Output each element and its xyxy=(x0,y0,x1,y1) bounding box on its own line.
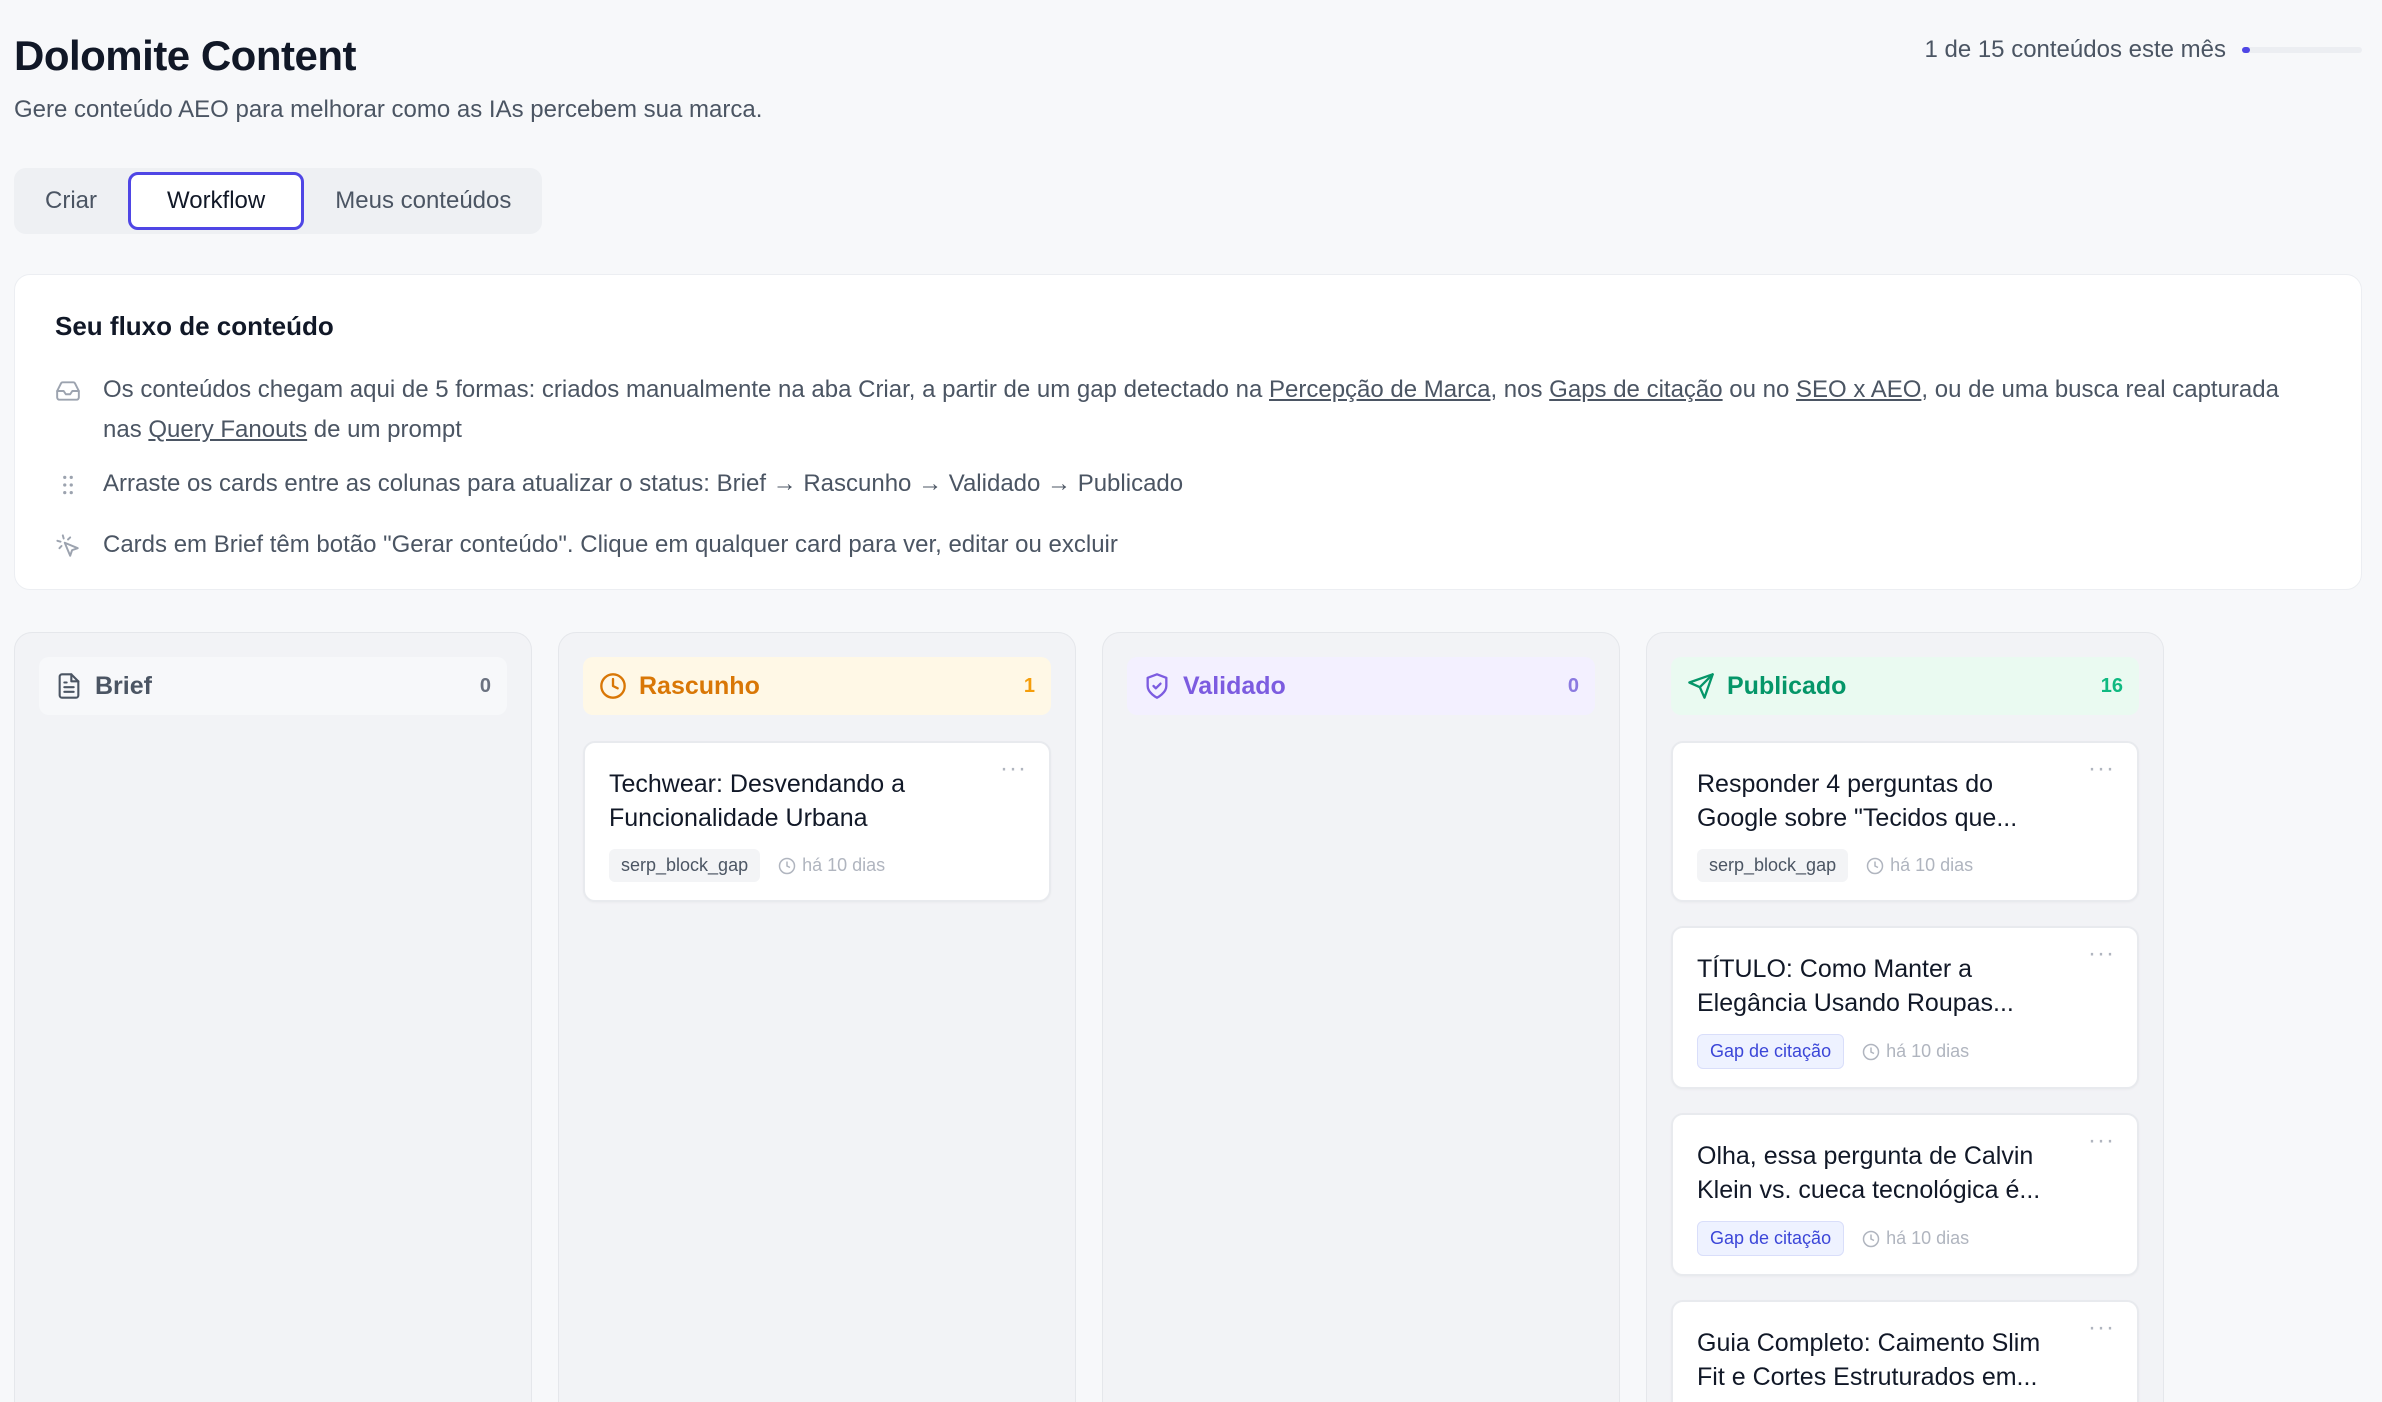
card-title: TÍTULO: Como Manter a Elegância Usando R… xyxy=(1697,955,2014,1017)
tab-workflow[interactable]: Workflow xyxy=(128,172,305,230)
drag-handle-icon xyxy=(55,471,81,511)
quota-progress-fill xyxy=(2242,47,2251,53)
column-header-brief: Brief 0 xyxy=(39,657,507,715)
tab-criar[interactable]: Criar xyxy=(18,172,124,230)
card-source-tag: serp_block_gap xyxy=(1697,849,1849,882)
clock-icon xyxy=(1862,1043,1880,1060)
quota-text: 1 de 15 conteúdos este mês xyxy=(1924,36,2226,63)
inbox-icon xyxy=(55,377,81,450)
clock-icon xyxy=(1862,1230,1880,1247)
monthly-quota: 1 de 15 conteúdos este mês xyxy=(1924,36,2362,64)
clock-icon xyxy=(778,857,796,874)
column-brief[interactable]: Brief 0 xyxy=(14,632,532,1402)
column-name: Brief xyxy=(95,671,152,700)
info-text-part: , nos xyxy=(1490,376,1550,403)
card-time: há 10 dias xyxy=(1866,855,1973,876)
info-text-part: de um prompt xyxy=(307,416,462,443)
info-text-part: Os conteúdos chegam aqui de 5 formas: cr… xyxy=(103,376,1270,403)
card-time: há 10 dias xyxy=(1862,1041,1969,1062)
card-title: Guia Completo: Caimento Slim Fit e Corte… xyxy=(1697,1329,2041,1391)
info-row-click: Cards em Brief têm botão "Gerar conteúdo… xyxy=(55,525,2321,572)
column-header-validado: Validado 0 xyxy=(1127,657,1595,715)
content-card[interactable]: ··· Olha, essa pergunta de Calvin Klein … xyxy=(1671,1113,2139,1276)
card-title: Olha, essa pergunta de Calvin Klein vs. … xyxy=(1697,1142,2041,1204)
pointer-click-icon xyxy=(55,532,81,572)
content-card[interactable]: ··· Responder 4 perguntas do Google sobr… xyxy=(1671,741,2139,902)
column-rascunho[interactable]: Rascunho 1 ··· Techwear: Desvendando a F… xyxy=(558,632,1076,1402)
kanban-board: Brief 0 Rascunho 1 ··· Techwear: Desvend… xyxy=(14,632,2164,1402)
quota-progress-bar xyxy=(2242,47,2362,53)
page: Dolomite Content Gere conteúdo AEO para … xyxy=(0,0,2382,1402)
tab-meus-conteudos[interactable]: Meus conteúdos xyxy=(308,172,538,230)
more-options-icon[interactable]: ··· xyxy=(1000,755,1027,783)
card-time: há 10 dias xyxy=(778,855,885,876)
link-query-fanouts[interactable]: Query Fanouts xyxy=(148,416,307,443)
card-time-text: há 10 dias xyxy=(1886,1228,1970,1248)
content-card[interactable]: ··· Techwear: Desvendando a Funcionalida… xyxy=(583,741,1051,902)
column-header-publicado: Publicado 16 xyxy=(1671,657,2139,715)
column-count: 0 xyxy=(479,674,491,697)
page-subtitle: Gere conteúdo AEO para melhorar como as … xyxy=(14,96,763,123)
header: Dolomite Content Gere conteúdo AEO para … xyxy=(14,32,762,124)
shield-check-icon xyxy=(1146,673,1168,699)
card-time-text: há 10 dias xyxy=(802,855,886,875)
info-sources-text: Os conteúdos chegam aqui de 5 formas: cr… xyxy=(103,370,2321,450)
card-time: há 10 dias xyxy=(1862,1228,1969,1249)
column-header-rascunho: Rascunho 1 xyxy=(583,657,1051,715)
column-name: Validado xyxy=(1183,671,1286,700)
card-time-text: há 10 dias xyxy=(1886,1041,1970,1061)
clock-icon xyxy=(1866,857,1884,874)
card-source-tag: Gap de citação xyxy=(1697,1034,1845,1069)
info-row-sources: Os conteúdos chegam aqui de 5 formas: cr… xyxy=(55,370,2321,450)
more-options-icon[interactable]: ··· xyxy=(2088,1314,2115,1342)
column-count: 0 xyxy=(1567,674,1579,697)
card-source-tag: serp_block_gap xyxy=(609,849,761,882)
workflow-info-card: Seu fluxo de conteúdo Os conteúdos chega… xyxy=(14,274,2362,590)
clock-icon xyxy=(600,673,626,699)
card-time-text: há 10 dias xyxy=(1890,855,1974,875)
column-validado[interactable]: Validado 0 xyxy=(1102,632,1620,1402)
content-card[interactable]: ··· Guia Completo: Caimento Slim Fit e C… xyxy=(1671,1300,2139,1402)
card-title: Responder 4 perguntas do Google sobre "T… xyxy=(1697,770,2018,832)
card-meta: Gap de citação há 10 dias xyxy=(1697,1221,2113,1256)
more-options-icon[interactable]: ··· xyxy=(2088,755,2115,783)
more-options-icon[interactable]: ··· xyxy=(2088,940,2115,968)
tab-bar: Criar Workflow Meus conteúdos xyxy=(14,168,543,234)
column-count: 16 xyxy=(2100,674,2123,697)
info-title: Seu fluxo de conteúdo xyxy=(55,311,334,341)
card-meta: serp_block_gap há 10 dias xyxy=(1697,849,2113,882)
info-drag-text: Arraste os cards entre as colunas para a… xyxy=(103,470,1184,497)
column-publicado[interactable]: Publicado 16 ··· Responder 4 perguntas d… xyxy=(1646,632,2164,1402)
info-click-text: Cards em Brief têm botão "Gerar conteúdo… xyxy=(103,531,1118,558)
send-icon xyxy=(1688,673,1714,699)
card-title: Techwear: Desvendando a Funcionalidade U… xyxy=(609,770,906,832)
document-icon xyxy=(58,673,80,699)
content-card[interactable]: ··· TÍTULO: Como Manter a Elegância Usan… xyxy=(1671,926,2139,1089)
link-gaps-de-citacao[interactable]: Gaps de citação xyxy=(1549,376,1722,403)
link-seo-x-aeo[interactable]: SEO x AEO xyxy=(1796,376,1921,403)
column-name: Publicado xyxy=(1727,671,1847,700)
info-text-part: ou no xyxy=(1722,376,1797,403)
link-percepcao-de-marca[interactable]: Percepção de Marca xyxy=(1269,376,1490,403)
column-name: Rascunho xyxy=(639,671,760,700)
info-row-drag: Arraste os cards entre as colunas para a… xyxy=(55,464,2321,511)
more-options-icon[interactable]: ··· xyxy=(2088,1127,2115,1155)
page-title: Dolomite Content xyxy=(14,32,356,79)
card-meta: serp_block_gap há 10 dias xyxy=(609,849,1025,882)
card-meta: Gap de citação há 10 dias xyxy=(1697,1034,2113,1069)
card-source-tag: Gap de citação xyxy=(1697,1221,1845,1256)
column-count: 1 xyxy=(1023,674,1035,697)
